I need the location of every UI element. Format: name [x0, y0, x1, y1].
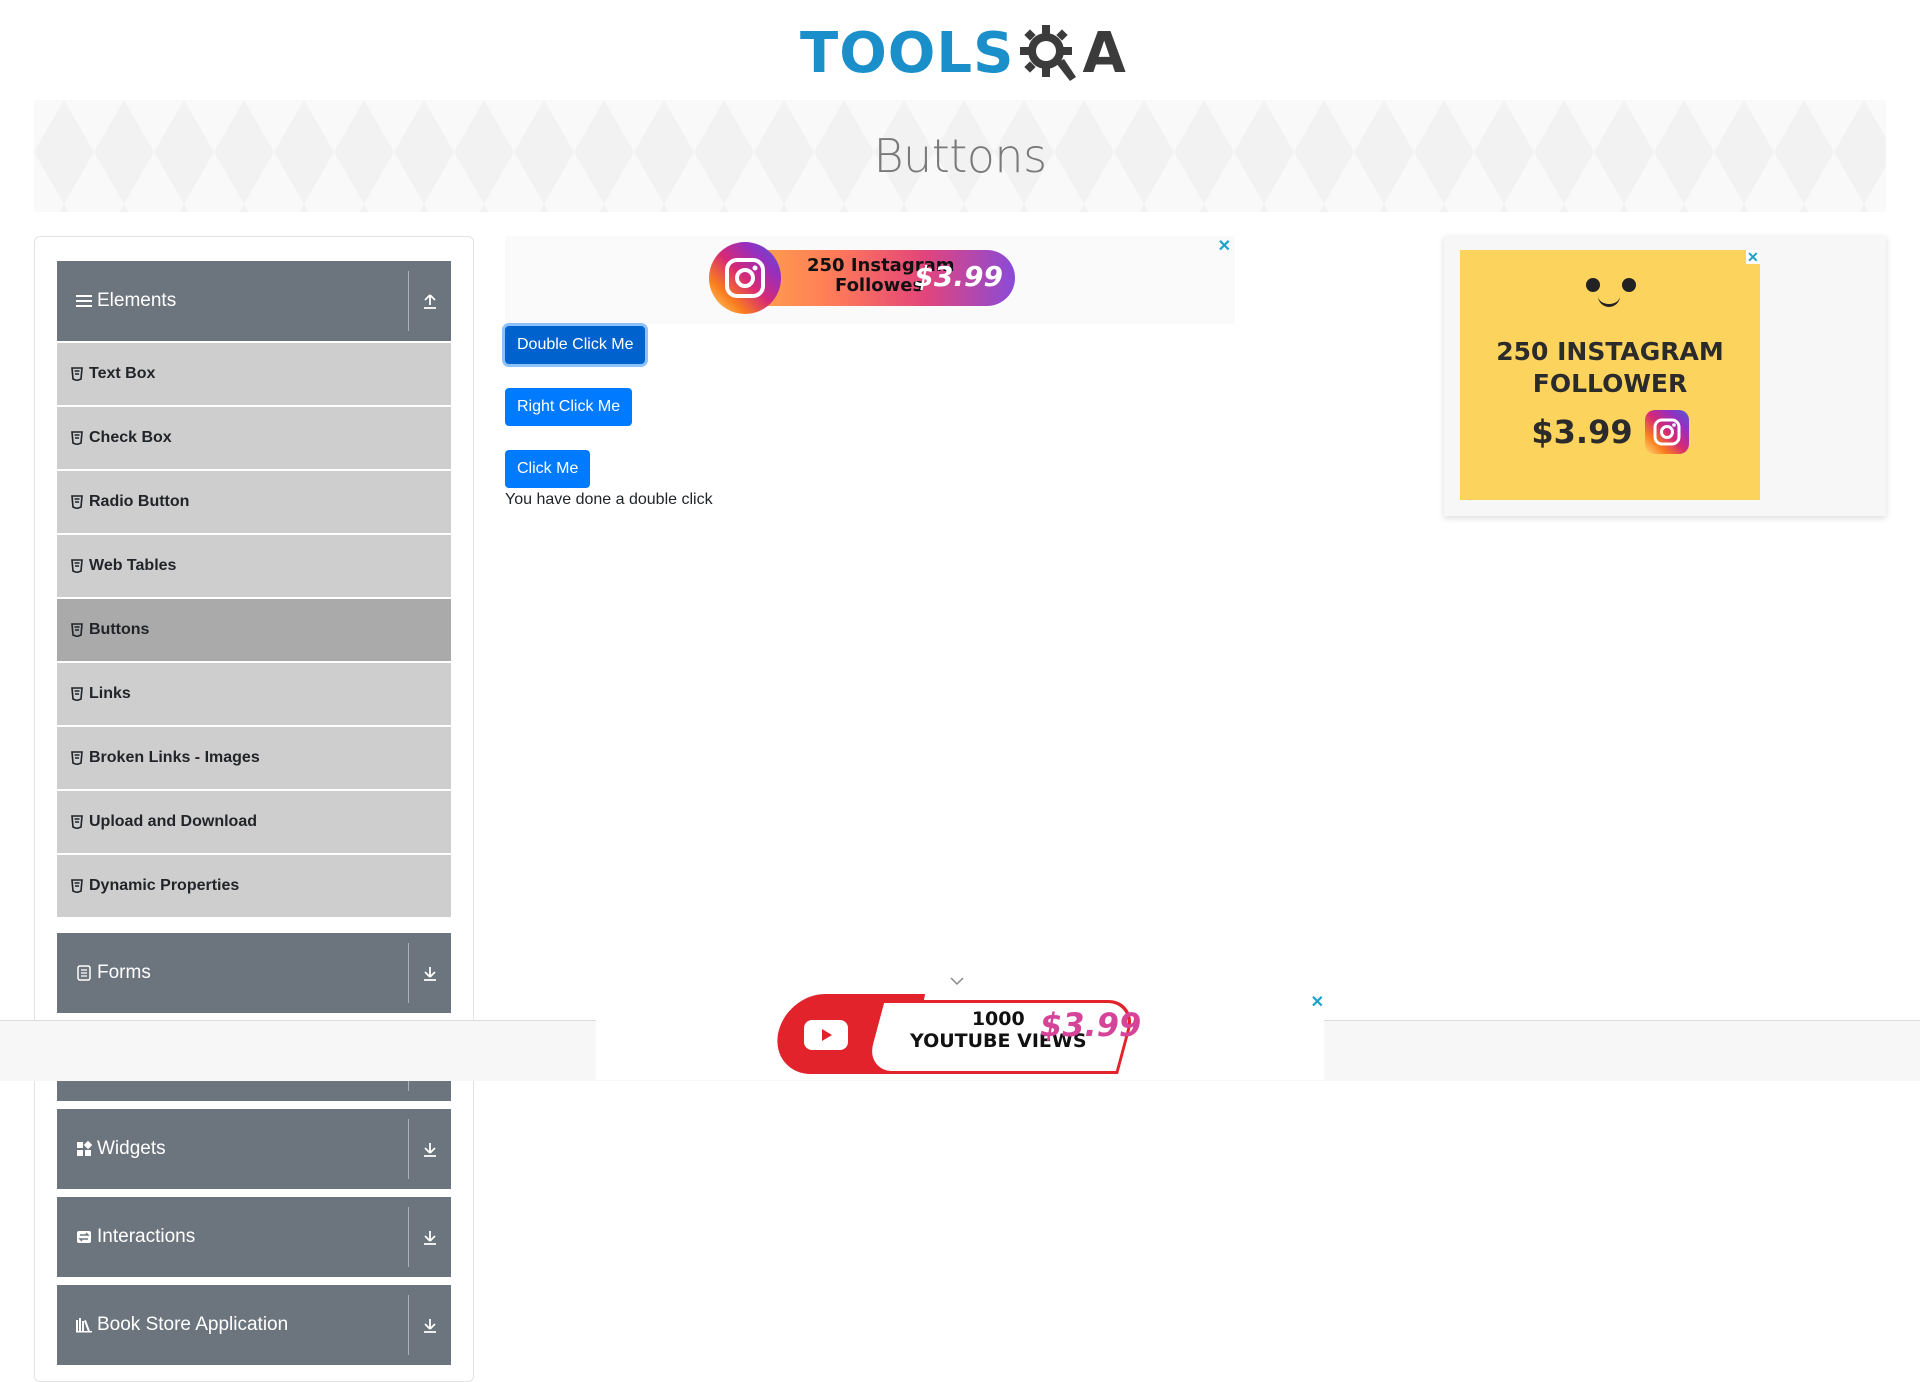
sidebar-item-label: Web Tables: [89, 557, 177, 574]
ad-price: $3.99: [1040, 1006, 1142, 1044]
html5-icon: [71, 431, 83, 445]
divider: [408, 1295, 409, 1355]
sidebar-item-label: Radio Button: [89, 493, 190, 510]
sidebar-item-label: Buttons: [89, 621, 150, 638]
sidebar-item-broken-links[interactable]: Broken Links - Images: [57, 727, 451, 789]
expand-down-icon[interactable]: [417, 1136, 443, 1162]
sidebar-item-label: Dynamic Properties: [89, 877, 240, 894]
divider: [408, 943, 409, 1003]
sidebar-item-text-box[interactable]: Text Box: [57, 343, 451, 405]
sidebar-item-label: Broken Links - Images: [89, 749, 260, 766]
html5-icon: [71, 751, 83, 765]
sidebar-item-label: Upload and Download: [89, 813, 257, 830]
ad-price-row: $3.99: [1531, 410, 1689, 454]
ad-close-icon[interactable]: ✕: [1746, 250, 1760, 264]
expand-down-icon[interactable]: [417, 960, 443, 986]
sidebar-item-check-box[interactable]: Check Box: [57, 407, 451, 469]
page-banner: Buttons: [34, 100, 1886, 212]
smiley-icon: [1580, 278, 1640, 318]
sidebar-item-web-tables[interactable]: Web Tables: [57, 535, 451, 597]
group-label-elements: Elements: [97, 290, 177, 311]
ad-instagram-pill: 250 Instagram Followes $3.99: [709, 242, 1015, 314]
group-header-interactions[interactable]: Interactions: [57, 1197, 451, 1277]
sidebar-item-label: Text Box: [89, 365, 156, 382]
double-click-button[interactable]: Double Click Me: [505, 326, 646, 364]
ad-line-1: 250 INSTAGRAM: [1496, 337, 1724, 366]
group-label-forms: Forms: [97, 962, 151, 983]
group-header-widgets[interactable]: Widgets: [57, 1109, 451, 1189]
group-label-book-store: Book Store Application: [97, 1314, 289, 1335]
instagram-icon: [1644, 410, 1689, 454]
group-header-forms[interactable]: Forms: [57, 933, 451, 1013]
html5-icon: [71, 879, 83, 893]
double-click-message: You have done a double click: [505, 491, 713, 508]
logo-text-tools: TOOLS: [800, 20, 1015, 86]
group-label-widgets: Widgets: [97, 1138, 166, 1159]
group-label-interactions: Interactions: [97, 1226, 196, 1247]
logo-text-qa: A: [1082, 20, 1126, 86]
click-me-button[interactable]: Click Me: [505, 450, 591, 488]
ad-close-icon[interactable]: ✕: [1218, 236, 1231, 256]
ad-banner-top[interactable]: 250 Instagram Followes $3.99 ✕: [505, 236, 1235, 324]
sidebar-item-upload-download[interactable]: Upload and Download: [57, 791, 451, 853]
ad-price: $3.99: [1531, 413, 1633, 451]
book-icon: [75, 1316, 93, 1334]
collapse-up-icon[interactable]: [417, 288, 443, 314]
expand-down-icon[interactable]: [417, 1312, 443, 1338]
ad-close-icon[interactable]: ✕: [1311, 992, 1324, 1012]
html5-icon: [71, 623, 83, 637]
sidebar-item-links[interactable]: Links: [57, 663, 451, 725]
divider: [408, 271, 409, 331]
interactions-icon: [75, 1228, 93, 1246]
chevron-down-icon[interactable]: [950, 976, 964, 986]
youtube-icon: [804, 1020, 848, 1050]
sidebar-item-label: Check Box: [89, 429, 172, 446]
instagram-icon: [709, 242, 781, 314]
html5-icon: [71, 367, 83, 381]
ad-youtube-pill: 1000 YOUTUBE VIEWS $3.99: [770, 994, 1141, 1074]
sidebar-item-buttons[interactable]: Buttons: [57, 599, 451, 661]
form-icon: [75, 964, 93, 982]
expand-down-icon[interactable]: [417, 1224, 443, 1250]
right-click-button[interactable]: Right Click Me: [505, 388, 633, 426]
sidebar-item-radio-button[interactable]: Radio Button: [57, 471, 451, 533]
ad-line-2: FOLLOWER: [1532, 369, 1688, 398]
ad-banner-bottom[interactable]: 1000 YOUTUBE VIEWS $3.99 ✕: [596, 990, 1324, 1080]
html5-icon: [71, 687, 83, 701]
divider: [408, 1119, 409, 1179]
ad-sidebar-right[interactable]: 250 INSTAGRAM FOLLOWER $3.99 ✕: [1444, 236, 1886, 516]
html5-icon: [71, 559, 83, 573]
divider: [408, 1207, 409, 1267]
widgets-icon: [75, 1140, 93, 1158]
html5-icon: [71, 495, 83, 509]
toolsqa-logo[interactable]: TOOLS A: [800, 14, 1130, 92]
sidebar-item-label: Links: [89, 685, 131, 702]
gear-magnifier-icon: [1020, 25, 1077, 81]
group-header-book-store[interactable]: Book Store Application: [57, 1285, 451, 1365]
page-title: Buttons: [873, 129, 1047, 183]
menu-icon: [75, 292, 93, 310]
html5-icon: [71, 815, 83, 829]
group-header-elements[interactable]: Elements: [57, 261, 451, 341]
ad-creative: 250 INSTAGRAM FOLLOWER $3.99: [1460, 250, 1760, 500]
sidebar-item-dynamic-properties[interactable]: Dynamic Properties: [57, 855, 451, 917]
ad-price: $3.99: [914, 260, 1003, 293]
sidebar: Elements Text Box Check Box Radio Button…: [34, 236, 474, 1382]
